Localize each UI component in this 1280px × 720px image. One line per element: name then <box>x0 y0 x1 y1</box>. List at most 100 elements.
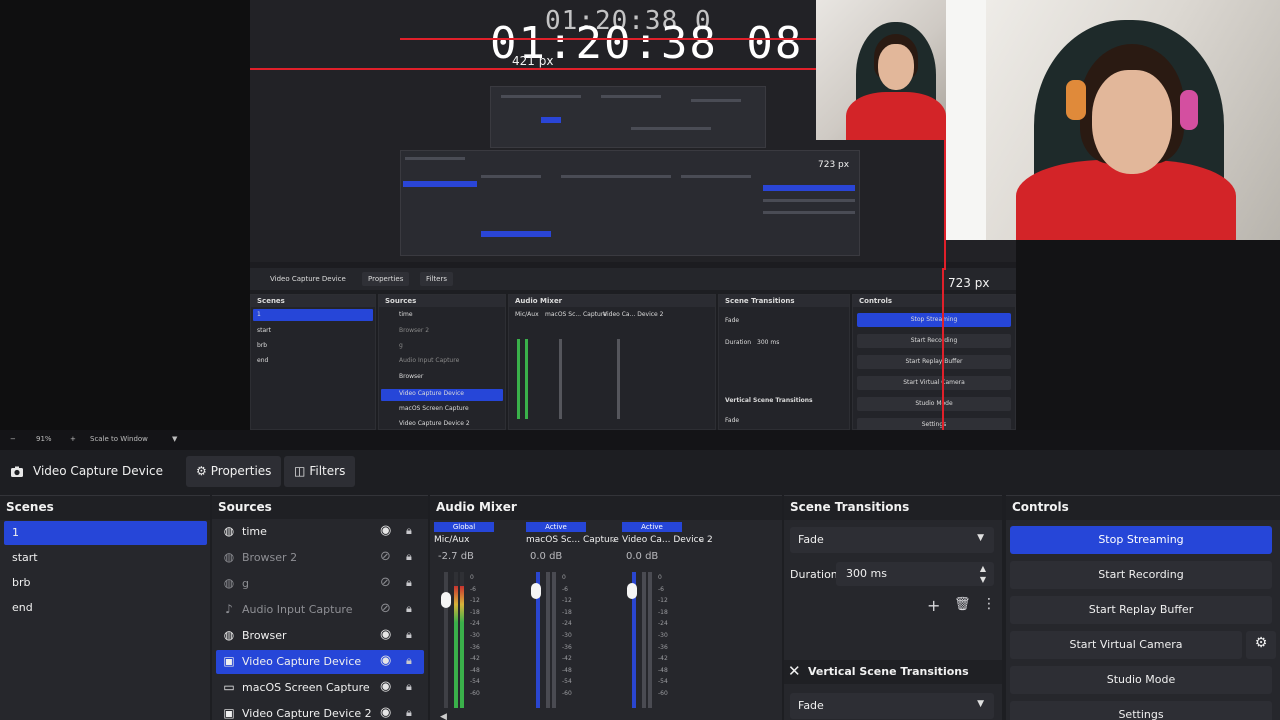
eye-icon[interactable]: ◉ <box>380 653 391 668</box>
scene-transitions-dock: Scene Transitions Fade ▼ Duration 300 ms… <box>784 495 1002 720</box>
lock-icon[interactable]: 🔒︎ <box>406 550 412 564</box>
lock-icon[interactable]: 🔒︎ <box>406 654 412 668</box>
eye-icon[interactable]: ◉ <box>380 679 391 694</box>
mini-scenes-title: Scenes <box>251 295 375 307</box>
spin-arrows-icon[interactable]: ▲ ▼ <box>980 563 986 585</box>
stop-streaming-button[interactable]: Stop Streaming <box>1010 526 1272 554</box>
sources-title: Sources <box>212 496 428 520</box>
mini-duration-label: Duration <box>725 339 752 346</box>
scene-item[interactable]: start <box>4 546 207 570</box>
duration-spinbox[interactable]: 300 ms ▲ ▼ <box>836 562 994 586</box>
level-meter-fill <box>460 585 464 708</box>
level-meter <box>460 572 464 708</box>
controls-dock: Controls Stop Streaming Start Recording … <box>1006 495 1280 720</box>
mixer-channel-mic-aux: Global Mic/Aux -2.7 dB 0 -6 -12 -18 -24 -30 -3… <box>430 520 522 720</box>
mini-scene: end <box>257 357 269 364</box>
start-virtual-camera-button[interactable]: Start Virtual Camera <box>1010 631 1242 659</box>
start-recording-button[interactable]: Start Recording <box>1010 561 1272 589</box>
nested-obs-window <box>400 150 860 256</box>
mini-sources-title: Sources <box>379 295 505 307</box>
fader-handle[interactable] <box>441 592 451 609</box>
mini-scenes-dock: Scenes 1 start brb end <box>250 294 376 430</box>
eye-icon[interactable]: ◉ <box>380 705 391 720</box>
zoom-level: 91% <box>36 435 52 443</box>
scale-mode-select[interactable]: Scale to Window <box>90 435 148 443</box>
eye-slash-icon[interactable]: ⊘ <box>380 575 391 590</box>
source-label: Video Capture Device <box>242 655 362 668</box>
lock-icon[interactable]: 🔒︎ <box>406 524 412 538</box>
virtual-camera-settings-button[interactable]: ⚙ <box>1246 631 1276 659</box>
meter-scale-tick: -30 <box>658 631 668 639</box>
zoom-out-button[interactable]: − <box>10 435 16 443</box>
scene-item[interactable]: 1 <box>4 521 207 545</box>
eye-icon[interactable]: ◉ <box>380 523 391 538</box>
mini-source: Browser 2 <box>399 327 430 334</box>
source-item-g[interactable]: ◍ g ⊘ 🔒︎ <box>216 572 424 596</box>
meter-scale-tick: -24 <box>562 620 572 628</box>
settings-button[interactable]: Settings <box>1010 701 1272 720</box>
start-replay-buffer-button[interactable]: Start Replay Buffer <box>1010 596 1272 624</box>
eye-icon[interactable]: ◉ <box>380 627 391 642</box>
webcam-feed <box>946 0 1280 240</box>
scene-item[interactable]: end <box>4 596 207 620</box>
source-item-video-capture-device[interactable]: ▣ Video Capture Device ◉ 🔒︎ <box>216 650 424 674</box>
zoom-in-button[interactable]: + <box>70 435 76 443</box>
properties-button[interactable]: ⚙ Properties <box>186 456 282 487</box>
scale-mode-caret-icon[interactable]: ▼ <box>172 435 177 443</box>
vertical-transition-value: Fade <box>798 699 824 712</box>
mixer-channel-macos-screen-capture: Active macOS Sc... Capture 0.0 dB 0 -6 -12… <box>522 520 619 720</box>
source-item-browser[interactable]: ◍ Browser ◉ 🔒︎ <box>216 624 424 648</box>
source-item-time[interactable]: ◍ time ◉ 🔒︎ <box>216 520 424 544</box>
lock-icon[interactable]: 🔒︎ <box>406 680 412 694</box>
mini-filters: Filters <box>420 272 453 286</box>
nested-obs-interface: Video Capture Device Properties Filters … <box>250 268 1016 430</box>
filters-button[interactable]: ◫ Filters <box>284 456 356 487</box>
measure-line <box>400 38 820 40</box>
source-item-video-capture-device-2[interactable]: ▣ Video Capture Device 2 ◉ 🔒︎ <box>216 702 424 720</box>
mixer-channel-video-capture-device-2: Active Video Ca... Device 2 0.0 dB 0 -6 -1… <box>618 520 713 720</box>
mini-source-title: Video Capture Device <box>270 275 346 283</box>
source-label: Browser 2 <box>242 551 298 564</box>
source-item-macos-screen-capture[interactable]: ▭ macOS Screen Capture ◉ 🔒︎ <box>216 676 424 700</box>
more-options-icon[interactable]: ⋮ <box>982 596 996 612</box>
mini-properties: Properties <box>362 272 410 286</box>
duration-value: 300 ms <box>846 567 887 580</box>
vertical-transitions-title: Vertical Scene Transitions <box>808 665 969 678</box>
chevron-down-icon[interactable]: ⌄ <box>610 535 618 545</box>
close-icon[interactable]: ✕ <box>788 662 801 680</box>
lock-icon[interactable]: 🔒︎ <box>406 576 412 590</box>
preview-empty-area <box>1016 240 1280 430</box>
scenes-title: Scenes <box>0 496 210 520</box>
meter-scale-tick: 0 <box>562 574 566 581</box>
vertical-transition-select[interactable]: Fade ▼ <box>790 693 994 719</box>
lock-icon[interactable]: 🔒︎ <box>406 628 412 642</box>
studio-mode-button[interactable]: Studio Mode <box>1010 666 1272 694</box>
lock-icon[interactable]: 🔒︎ <box>406 602 412 616</box>
speaker-icon[interactable]: ◀︎ <box>440 712 447 720</box>
fader-handle[interactable] <box>627 582 637 599</box>
transition-select[interactable]: Fade ▼ <box>790 527 994 553</box>
channel-tag: Active <box>622 522 682 532</box>
eye-slash-icon[interactable]: ⊘ <box>380 601 391 616</box>
add-transition-icon[interactable]: + <box>927 596 940 615</box>
properties-label: Properties <box>210 464 272 478</box>
lock-icon[interactable]: 🔒︎ <box>406 706 412 720</box>
fader-handle[interactable] <box>531 582 541 599</box>
eye-slash-icon[interactable]: ⊘ <box>380 549 391 564</box>
meter-scale-tick: -48 <box>658 666 668 674</box>
webcam-feed-nested <box>816 0 946 140</box>
audio-mixer-dock: Audio Mixer Global Mic/Aux -2.7 dB 0 -6 -1… <box>430 495 782 720</box>
source-item-browser-2[interactable]: ◍ Browser 2 ⊘ 🔒︎ <box>216 546 424 570</box>
source-label: Audio Input Capture <box>242 603 353 616</box>
monitor-icon: ▭ <box>223 680 235 694</box>
scene-item[interactable]: brb <box>4 571 207 595</box>
preview-canvas[interactable]: 01:20:38 0 01:20:38 08 421 px 723 px Vid… <box>250 0 1016 430</box>
trash-icon[interactable]: 🗑︎ <box>954 597 971 612</box>
mini-source: Video Capture Device <box>399 390 465 397</box>
source-item-audio-input-capture[interactable]: ♪ Audio Input Capture ⊘ 🔒︎ <box>216 598 424 622</box>
channel-db: 0.0 dB <box>530 551 563 562</box>
microphone-icon: ♪ <box>225 602 233 616</box>
chevron-down-icon[interactable]: ⌄ <box>698 535 706 545</box>
source-context-bar: Video Capture Device ⚙ Properties ◫ Filter… <box>0 455 1280 489</box>
preview-area[interactable]: 01:20:38 0 01:20:38 08 421 px 723 px Vid… <box>0 0 1280 430</box>
